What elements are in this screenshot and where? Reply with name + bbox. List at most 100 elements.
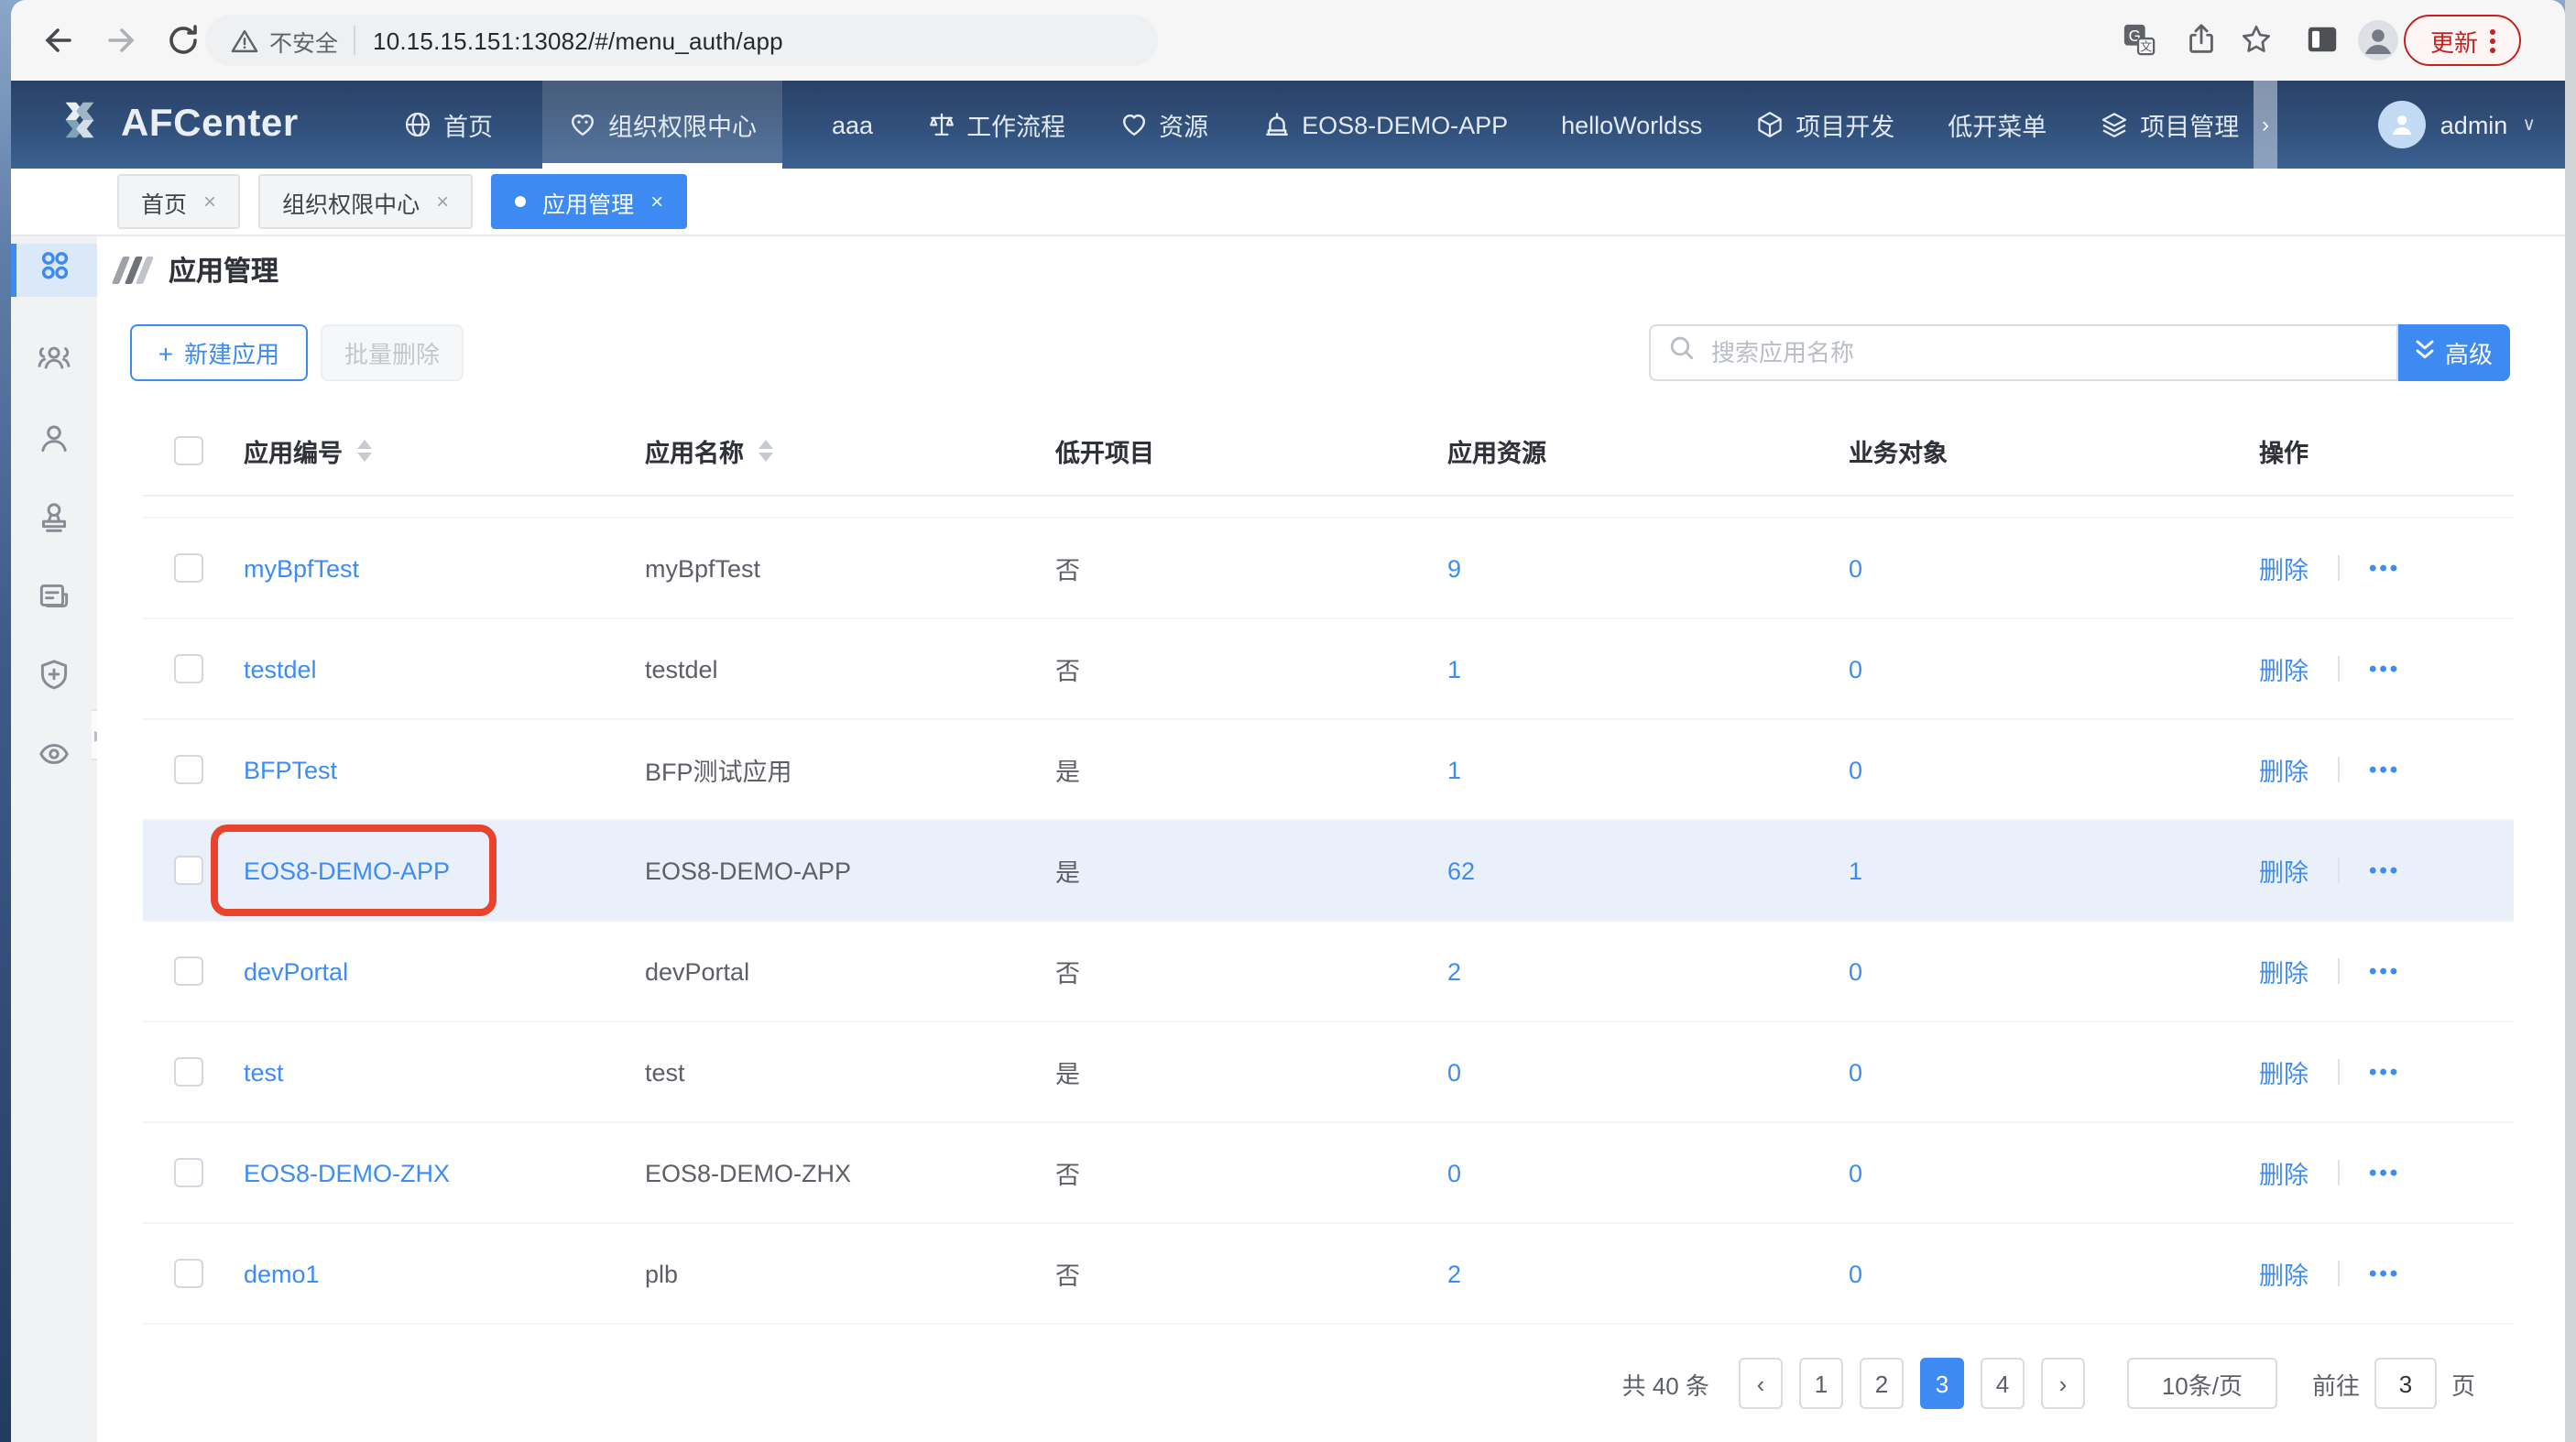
- more-actions-button[interactable]: •••: [2369, 1261, 2400, 1286]
- more-actions-button[interactable]: •••: [2369, 757, 2400, 782]
- row-checkbox[interactable]: [174, 956, 203, 986]
- nav-scroll-more[interactable]: ›: [2254, 81, 2277, 169]
- nav-item-资源[interactable]: 资源: [1115, 81, 1212, 169]
- more-actions-button[interactable]: •••: [2369, 1160, 2400, 1185]
- more-actions-button[interactable]: •••: [2369, 858, 2400, 883]
- biz-objects-link[interactable]: 0: [1849, 957, 1862, 985]
- app-resources-link[interactable]: 9: [1447, 554, 1461, 582]
- goto-page-input[interactable]: [2374, 1358, 2437, 1409]
- security-label[interactable]: 不安全: [269, 23, 338, 58]
- brand[interactable]: AFCenter: [55, 81, 299, 169]
- delete-link[interactable]: 删除: [2259, 650, 2309, 687]
- new-app-button[interactable]: + 新建应用: [130, 324, 308, 381]
- address-bar[interactable]: 不安全 10.15.15.151:13082/#/menu_auth/app: [205, 15, 1158, 66]
- app-resources-link[interactable]: 2: [1447, 957, 1461, 985]
- row-checkbox[interactable]: [174, 1158, 203, 1187]
- sidebar-item-documents[interactable]: [11, 577, 97, 616]
- app-code-link[interactable]: BFPTest: [244, 756, 337, 783]
- sidebar-item-users[interactable]: [11, 420, 97, 458]
- sidebar-item-stamp[interactable]: [11, 498, 97, 537]
- nav-item-aaa[interactable]: aaa: [828, 81, 877, 169]
- more-actions-button[interactable]: •••: [2369, 1059, 2400, 1085]
- delete-link[interactable]: 删除: [2259, 550, 2309, 586]
- page-button-4[interactable]: 4: [1981, 1358, 2025, 1409]
- browser-profile-avatar[interactable]: [2356, 18, 2393, 55]
- biz-objects-link[interactable]: 1: [1849, 857, 1862, 884]
- next-page-button[interactable]: ›: [2041, 1358, 2085, 1409]
- nav-item-项目管理[interactable]: 项目管理: [2096, 81, 2243, 169]
- sidebar-item-user-groups[interactable]: [11, 339, 97, 377]
- app-resources-link[interactable]: 2: [1447, 1260, 1461, 1287]
- tab-close-icon[interactable]: ×: [650, 189, 663, 214]
- row-checkbox[interactable]: [174, 755, 203, 784]
- col-app-name[interactable]: 应用名称: [614, 432, 1024, 469]
- security-warning-icon[interactable]: [231, 27, 258, 54]
- page-button-1[interactable]: 1: [1799, 1358, 1843, 1409]
- app-code-link[interactable]: devPortal: [244, 957, 348, 985]
- search-input[interactable]: [1708, 337, 2396, 368]
- delete-link[interactable]: 删除: [2259, 953, 2309, 989]
- nav-item-EOS8-DEMO-APP[interactable]: EOS8-DEMO-APP: [1258, 81, 1512, 169]
- app-code-link[interactable]: myBpfTest: [244, 554, 359, 582]
- sort-icon[interactable]: [357, 440, 372, 462]
- sidebar-item-apps[interactable]: [11, 244, 97, 297]
- advanced-search-button[interactable]: 高级: [2398, 324, 2510, 381]
- browser-update-button[interactable]: 更新: [2404, 15, 2521, 66]
- biz-objects-link[interactable]: 0: [1849, 1058, 1862, 1086]
- col-app-code[interactable]: 应用编号: [213, 432, 614, 469]
- tab-close-icon[interactable]: ×: [203, 189, 216, 214]
- delete-link[interactable]: 删除: [2259, 852, 2309, 889]
- browser-forward-button[interactable]: [103, 22, 139, 59]
- app-resources-link[interactable]: 62: [1447, 857, 1475, 884]
- tab-close-icon[interactable]: ×: [436, 189, 449, 214]
- select-all-checkbox[interactable]: [174, 436, 203, 465]
- page-button-2[interactable]: 2: [1860, 1358, 1904, 1409]
- biz-objects-link[interactable]: 0: [1849, 756, 1862, 783]
- browser-menu-dots-icon[interactable]: [2489, 28, 2494, 52]
- nav-item-低开菜单[interactable]: 低开菜单: [1944, 81, 2050, 169]
- more-actions-button[interactable]: •••: [2369, 656, 2400, 682]
- row-checkbox[interactable]: [174, 553, 203, 583]
- nav-item-helloWorldss[interactable]: helloWorldss: [1557, 81, 1706, 169]
- app-resources-link[interactable]: 1: [1447, 756, 1461, 783]
- sidebar-item-monitor-eye[interactable]: [11, 735, 97, 773]
- row-checkbox[interactable]: [174, 1259, 203, 1288]
- sidebar-item-shield-add[interactable]: [11, 656, 97, 694]
- app-resources-link[interactable]: 0: [1447, 1159, 1461, 1186]
- tab-应用管理[interactable]: 应用管理×: [491, 174, 687, 229]
- nav-item-项目开发[interactable]: 项目开发: [1752, 81, 1898, 169]
- app-resources-link[interactable]: 0: [1447, 1058, 1461, 1086]
- app-code-link[interactable]: EOS8-DEMO-ZHX: [244, 1159, 450, 1186]
- delete-link[interactable]: 删除: [2259, 751, 2309, 788]
- app-code-link[interactable]: demo1: [244, 1260, 320, 1287]
- more-actions-button[interactable]: •••: [2369, 958, 2400, 984]
- sidebar-toggle-icon[interactable]: [2305, 22, 2341, 59]
- app-resources-link[interactable]: 1: [1447, 655, 1461, 683]
- app-code-link[interactable]: EOS8-DEMO-APP: [244, 857, 450, 884]
- batch-delete-button[interactable]: 批量删除: [321, 324, 464, 381]
- nav-item-组织权限中心[interactable]: 组织权限中心: [542, 81, 782, 169]
- nav-item-首页[interactable]: 首页: [399, 81, 497, 169]
- app-code-link[interactable]: testdel: [244, 655, 317, 683]
- more-actions-button[interactable]: •••: [2369, 555, 2400, 581]
- delete-link[interactable]: 删除: [2259, 1255, 2309, 1292]
- biz-objects-link[interactable]: 0: [1849, 655, 1862, 683]
- row-checkbox[interactable]: [174, 1057, 203, 1087]
- translate-icon[interactable]: G文: [2122, 22, 2158, 59]
- browser-reload-button[interactable]: [165, 22, 202, 59]
- app-code-link[interactable]: test: [244, 1058, 284, 1086]
- delete-link[interactable]: 删除: [2259, 1054, 2309, 1090]
- biz-objects-link[interactable]: 0: [1849, 554, 1862, 582]
- nav-item-工作流程[interactable]: 工作流程: [922, 81, 1069, 169]
- prev-page-button[interactable]: ‹: [1739, 1358, 1783, 1409]
- user-menu[interactable]: admin ∨: [2378, 81, 2536, 169]
- biz-objects-link[interactable]: 0: [1849, 1260, 1862, 1287]
- page-button-3[interactable]: 3: [1920, 1358, 1964, 1409]
- tab-首页[interactable]: 首页×: [117, 174, 240, 229]
- biz-objects-link[interactable]: 0: [1849, 1159, 1862, 1186]
- tab-组织权限中心[interactable]: 组织权限中心×: [258, 174, 473, 229]
- share-icon[interactable]: [2184, 22, 2221, 59]
- row-checkbox[interactable]: [174, 654, 203, 683]
- sort-icon[interactable]: [759, 440, 773, 462]
- browser-back-button[interactable]: [40, 22, 77, 59]
